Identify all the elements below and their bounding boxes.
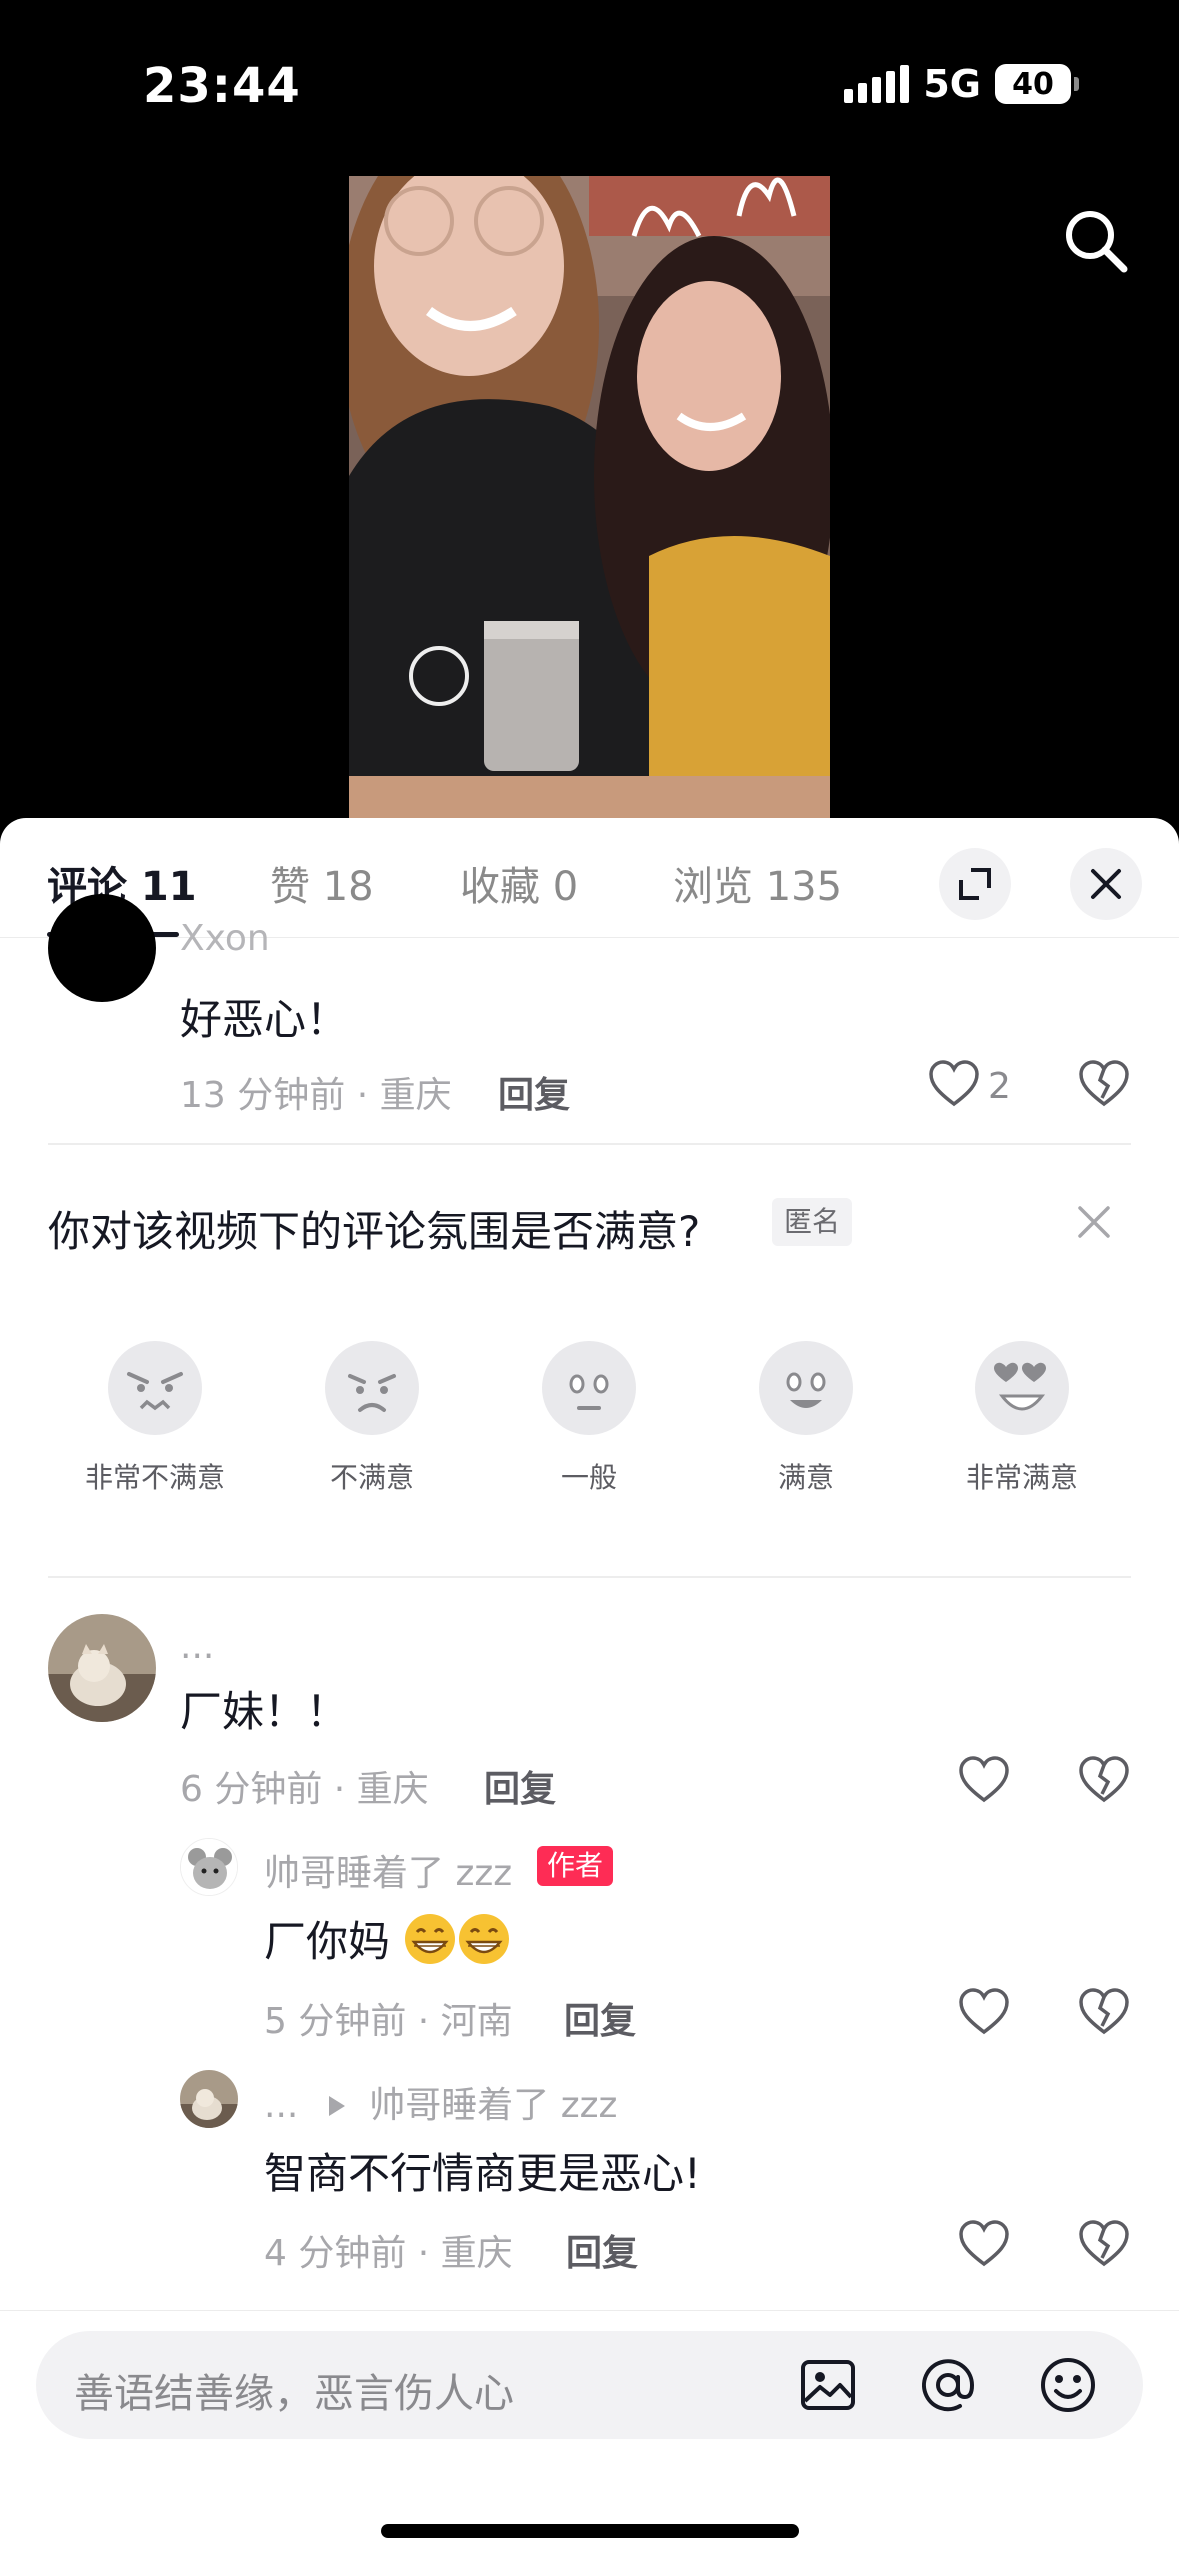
expand-button[interactable] <box>939 848 1011 920</box>
video-frame-image <box>349 176 830 819</box>
comment-text: 好恶心！ <box>180 995 349 1044</box>
home-indicator[interactable] <box>381 2524 799 2538</box>
avatar-image <box>181 1839 237 1895</box>
survey-option-label: 非常不满意 <box>84 1461 225 1494</box>
neutral-face-icon <box>542 1341 636 1435</box>
reply-username-text[interactable]: ... <box>264 2085 298 2126</box>
reply-username: ... 帅哥睡着了 zzz <box>264 2076 617 2128</box>
reply-button[interactable]: 回复 <box>498 1066 570 1118</box>
avatar[interactable] <box>180 2070 238 2128</box>
survey-option-very-satisfied[interactable]: 非常满意 <box>932 1340 1112 1496</box>
anonymous-badge: 匿名 <box>772 1198 853 1246</box>
survey-option-neutral[interactable]: 一般 <box>499 1340 679 1496</box>
survey-option-dissatisfied[interactable]: 不满意 <box>282 1340 462 1496</box>
avatar[interactable] <box>180 1838 238 1896</box>
grin-emoji-icon <box>405 1914 456 1964</box>
reply-username[interactable]: 帅哥睡着了 zzz <box>264 1844 512 1896</box>
search-icon[interactable] <box>1060 205 1132 277</box>
network-type: 5G <box>923 62 981 106</box>
expand-icon <box>959 868 991 900</box>
heart-icon[interactable] <box>928 1058 980 1110</box>
dislike-icon[interactable] <box>1078 1058 1130 1110</box>
comment-input[interactable]: 善语结善缘，恶言伤人心 <box>36 2331 1143 2439</box>
comment-meta: 6 分钟前 · 重庆 <box>180 1769 429 1810</box>
divider <box>48 1576 1131 1578</box>
dislike-icon[interactable] <box>1078 1986 1130 2038</box>
reply-text: 厂你妈 <box>264 1908 511 1969</box>
reply-button[interactable]: 回复 <box>564 1992 636 2044</box>
heart-icon[interactable] <box>958 1986 1010 2038</box>
survey-option-very-dissatisfied[interactable]: 非常不满意 <box>65 1340 245 1496</box>
battery-level: 40 <box>995 64 1071 104</box>
reply-meta: 5 分钟前 · 河南 <box>264 2001 513 2042</box>
heart-icon[interactable] <box>958 2218 1010 2270</box>
close-icon <box>1091 869 1121 899</box>
survey-option-label: 一般 <box>560 1461 617 1494</box>
dislike-icon[interactable] <box>1078 2218 1130 2270</box>
battery-icon: 40 <box>995 64 1079 104</box>
reply-button[interactable]: 回复 <box>484 1760 556 1812</box>
avatar[interactable] <box>48 894 156 1002</box>
close-icon[interactable] <box>1074 1202 1114 1242</box>
survey-option-label: 不满意 <box>329 1461 414 1494</box>
mention-icon[interactable] <box>918 2355 978 2415</box>
comment-text: 厂妹！！ <box>180 1687 349 1736</box>
divider <box>48 1143 1131 1145</box>
heart-eyes-face-icon <box>975 1341 1069 1435</box>
smile-face-icon <box>759 1341 853 1435</box>
comment-username[interactable]: Xxon <box>180 918 270 959</box>
status-indicators: 5G 40 <box>844 62 1079 106</box>
signal-icon <box>844 65 910 103</box>
avatar-image <box>48 1614 156 1722</box>
reply-arrow-icon <box>328 2096 345 2116</box>
tab-views[interactable]: 浏览 135 <box>673 854 842 912</box>
reply-text-content: 厂你妈 <box>264 1917 391 1966</box>
comment-sheet: 评论 11 赞 18 收藏 0 浏览 135 Xxon 好恶心！ 13 分钟前 … <box>0 818 1179 2556</box>
survey-question: 你对该视频下的评论氛围是否满意? <box>48 1207 701 1256</box>
comment-meta: 13 分钟前 · 重庆 <box>180 1075 452 1116</box>
survey-option-satisfied[interactable]: 满意 <box>716 1340 896 1496</box>
tab-likes[interactable]: 赞 18 <box>270 854 374 912</box>
avatar[interactable] <box>48 1614 156 1722</box>
heart-icon[interactable] <box>958 1754 1010 1806</box>
close-button[interactable] <box>1070 848 1142 920</box>
reply-text: 智商不行情商更是恶心! <box>264 2149 701 2198</box>
tab-favorites[interactable]: 收藏 0 <box>460 854 578 912</box>
tab-bar: 评论 11 赞 18 收藏 0 浏览 135 <box>0 818 1179 938</box>
video-player[interactable] <box>349 176 830 819</box>
survey-option-label: 非常满意 <box>965 1461 1078 1494</box>
comment-username[interactable]: ... <box>180 1626 214 1667</box>
image-icon[interactable] <box>798 2355 858 2415</box>
like-count: 2 <box>988 1066 1011 1107</box>
author-badge: 作者 <box>537 1846 614 1886</box>
emoji-icon[interactable] <box>1038 2355 1098 2415</box>
comment-input-placeholder: 善语结善缘，恶言伤人心 <box>74 2371 514 2417</box>
status-time: 23:44 <box>143 58 301 114</box>
reply-to-username[interactable]: 帅哥睡着了 zzz <box>369 2085 617 2126</box>
survey-option-label: 满意 <box>777 1461 834 1494</box>
avatar-image <box>180 2070 238 2128</box>
very-angry-face-icon <box>108 1341 202 1435</box>
frown-face-icon <box>325 1341 419 1435</box>
reply-button[interactable]: 回复 <box>566 2224 638 2276</box>
reply-meta: 4 分钟前 · 重庆 <box>264 2233 513 2274</box>
comment-input-bar: 善语结善缘，恶言伤人心 <box>0 2310 1179 2556</box>
grin-emoji-icon <box>459 1914 510 1964</box>
dislike-icon[interactable] <box>1078 1754 1130 1806</box>
